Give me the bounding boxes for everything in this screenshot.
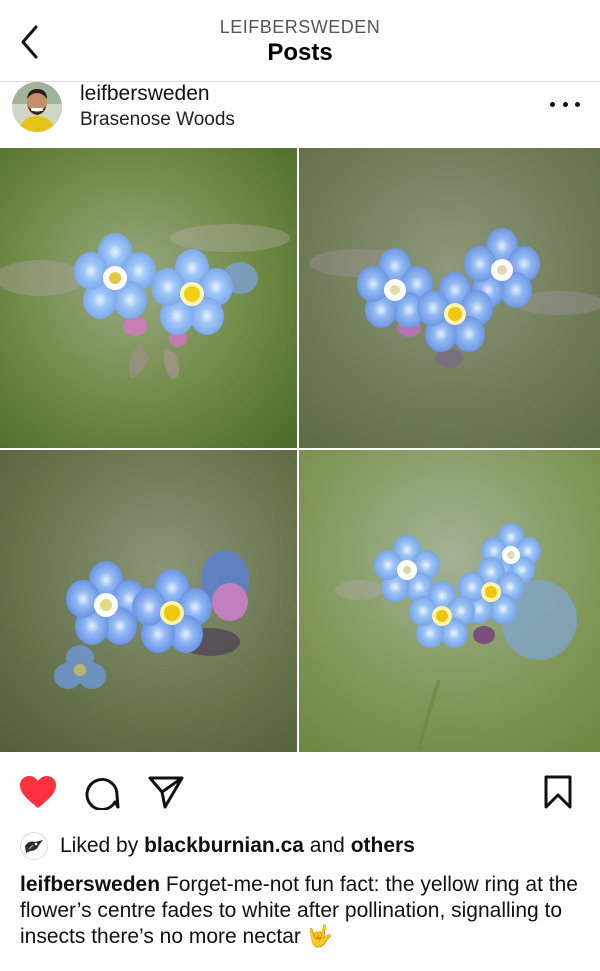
more-dot [575,101,580,107]
likes-conjunction: and [309,834,345,857]
caption-username[interactable]: leifbersweden [20,873,160,896]
more-options-button[interactable] [550,96,580,112]
bird-icon [25,840,43,853]
comment-button[interactable] [80,770,124,814]
page-title: Posts [267,39,333,66]
comment-icon [85,778,120,810]
header-username[interactable]: LEIFBERSWEDEN [0,17,600,38]
save-button[interactable] [536,770,580,814]
caption: leifbersweden Forget-me-not fun fact: th… [20,872,580,950]
more-dot [550,101,555,107]
photo-top-left[interactable] [0,148,297,448]
post-header: leifbersweden Brasenose Woods [0,82,600,148]
bookmark-icon [544,775,572,809]
post-location[interactable]: Brasenose Woods [80,109,235,131]
post-username[interactable]: leifbersweden [80,82,210,106]
likes-prefix: Liked by [60,834,139,857]
photo-bottom-left[interactable] [0,450,297,752]
like-button[interactable] [16,770,60,814]
action-bar [0,762,600,822]
share-button[interactable] [144,770,188,814]
photo-top-right[interactable] [299,148,600,448]
send-icon [148,776,184,809]
likes-others[interactable]: others [351,834,415,858]
likes-summary[interactable]: Liked by blackburnian.ca and others [20,830,415,862]
heart-filled-icon [20,776,56,808]
more-dot [562,101,568,107]
liker-avatar [20,832,48,860]
liker-username[interactable]: blackburnian.ca [144,834,304,858]
post-detail-screen: LEIFBERSWEDEN Posts leifbersweden Brasen… [0,0,600,971]
photo-bottom-right[interactable] [299,450,600,752]
top-bar: LEIFBERSWEDEN Posts [0,0,600,82]
photo-grid[interactable] [0,148,600,752]
avatar[interactable] [12,82,62,132]
